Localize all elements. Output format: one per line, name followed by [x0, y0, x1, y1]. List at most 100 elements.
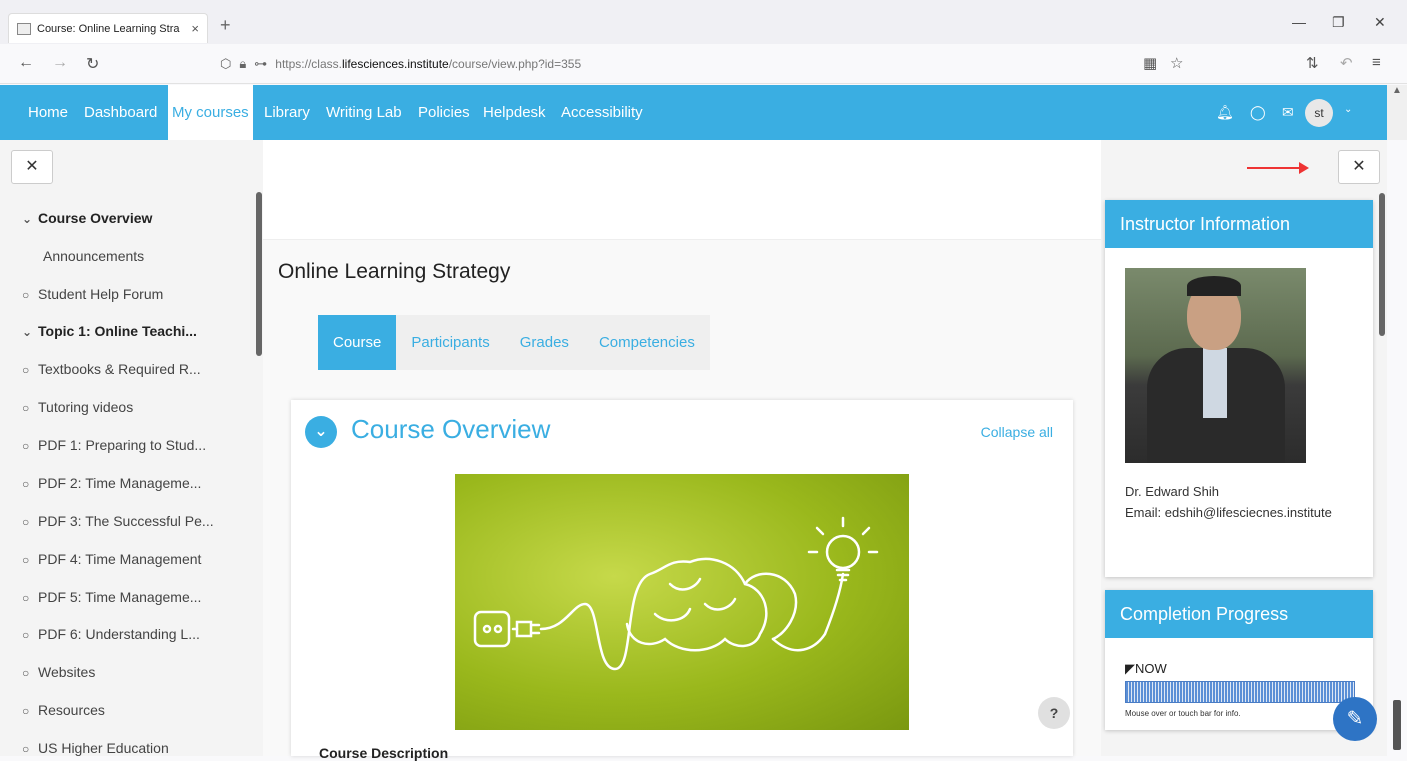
nav-writing-lab[interactable]: Writing Lab — [326, 104, 402, 121]
circle-status-icon: ○ — [22, 363, 30, 377]
nav-accessibility[interactable]: Accessibility — [561, 104, 643, 121]
page-scrollbar[interactable] — [1379, 193, 1385, 336]
url-host: lifesciences.institute — [341, 57, 449, 71]
circle-status-icon: ○ — [22, 439, 30, 453]
nav-my-courses[interactable]: My courses — [168, 85, 253, 140]
circle-status-icon: ○ — [22, 742, 30, 756]
message-envelope-icon[interactable]: ✉ — [1282, 104, 1294, 121]
course-index-label: US Higher Education — [38, 740, 169, 756]
lock-icon[interactable]: 🔒︎ — [239, 56, 246, 72]
site-favicon-icon — [17, 22, 31, 35]
extensions-icon[interactable]: ⇅ — [1306, 54, 1319, 72]
course-index-item[interactable]: ⌄ Course Overview — [22, 210, 152, 226]
window-close-icon[interactable]: ✕ — [1374, 14, 1386, 31]
circle-status-icon: ○ — [22, 591, 30, 605]
course-index-item[interactable]: ○ PDF 6: Understanding L... — [22, 626, 200, 642]
nav-library[interactable]: Library — [264, 104, 310, 121]
now-flag-icon: ◤ — [1125, 661, 1135, 676]
menu-icon[interactable]: ≡ — [1372, 54, 1381, 71]
close-blocks-drawer-button[interactable]: ✕ — [1338, 150, 1380, 184]
course-overview-section: ⌄ Course Overview Collapse all Course De… — [291, 400, 1073, 761]
course-index-item[interactable]: ○ Textbooks & Required R... — [22, 361, 201, 377]
shield-icon[interactable]: ⬡ — [220, 56, 231, 72]
qr-code-icon[interactable]: ▦ — [1143, 54, 1157, 72]
nav-dashboard[interactable]: Dashboard — [84, 104, 157, 121]
address-bar[interactable]: ⬡ 🔒︎ ⊶ https://class. lifesciences.instit… — [220, 50, 1200, 78]
browser-tab[interactable]: Course: Online Learning Stra × — [8, 13, 208, 43]
back-icon[interactable]: ← — [18, 54, 34, 72]
course-index-item[interactable]: Announcements — [43, 248, 144, 264]
chevron-down-icon: ⌄ — [22, 212, 33, 226]
restore-icon[interactable]: ❐ — [1332, 14, 1345, 31]
instructor-email: Email: edshih@lifesciecnes.institute — [1125, 505, 1332, 520]
magic-wand-icon[interactable]: ✎ — [1333, 697, 1377, 741]
photo-shirt — [1203, 348, 1227, 418]
tab-grades[interactable]: Grades — [505, 315, 584, 370]
course-index-label: Announcements — [43, 248, 145, 264]
nav-helpdesk[interactable]: Helpdesk — [483, 104, 546, 121]
completion-progress-block: Completion Progress ◤NOW Mouse over or t… — [1105, 590, 1373, 730]
course-index-label: Tutoring videos — [38, 399, 134, 415]
progress-info-text: Mouse over or touch bar for info. — [1125, 709, 1241, 718]
tab-competencies[interactable]: Competencies — [584, 315, 710, 370]
close-course-index-button[interactable]: ✕ — [11, 150, 53, 184]
chat-bubble-icon[interactable]: ◯ — [1250, 104, 1266, 121]
course-index-item[interactable]: ○ PDF 1: Preparing to Stud... — [22, 437, 206, 453]
tab-title: Course: Online Learning Stra — [37, 22, 180, 35]
course-index-item[interactable]: ○ PDF 4: Time Management — [22, 551, 201, 567]
permissions-key-icon[interactable]: ⊶ — [254, 56, 267, 72]
page-header — [263, 140, 1101, 240]
site-navigation: Home Dashboard My courses Library Writin… — [0, 85, 1387, 140]
tab-participants[interactable]: Participants — [396, 315, 504, 370]
circle-status-icon: ○ — [22, 553, 30, 567]
nav-policies[interactable]: Policies — [418, 104, 470, 121]
course-index-item[interactable]: ⌄ Topic 1: Online Teachi... — [22, 323, 197, 339]
drawer-scrollbar[interactable] — [256, 192, 262, 356]
completion-block-heading: Completion Progress — [1105, 590, 1373, 638]
circle-status-icon: ○ — [22, 515, 30, 529]
instructor-photo — [1125, 268, 1306, 463]
course-index-item[interactable]: ○ Tutoring videos — [22, 399, 133, 415]
now-label: NOW — [1135, 661, 1167, 676]
course-index-item[interactable]: ○ PDF 3: The Successful Pe... — [22, 513, 214, 529]
photo-hair — [1187, 276, 1241, 296]
undo-icon[interactable]: ↶ — [1340, 54, 1353, 72]
user-avatar[interactable]: st — [1305, 99, 1333, 127]
forward-icon[interactable]: → — [52, 54, 68, 72]
now-marker: ◤NOW — [1125, 661, 1167, 677]
course-index-label: PDF 5: Time Manageme... — [38, 589, 202, 605]
tab-course[interactable]: Course — [318, 315, 397, 370]
scrollbar-up-arrow[interactable]: ▲ — [1387, 85, 1407, 140]
circle-status-icon: ○ — [22, 704, 30, 718]
sidebar-edge-handle[interactable] — [1393, 700, 1401, 750]
circle-status-icon: ○ — [22, 666, 30, 680]
completion-progress-bar[interactable] — [1125, 681, 1355, 703]
page-title: Online Learning Strategy — [278, 260, 511, 283]
chevron-down-icon: ⌄ — [22, 325, 33, 339]
chevron-down-icon[interactable]: ⌄ — [1344, 104, 1352, 115]
course-index-label: PDF 6: Understanding L... — [38, 626, 200, 642]
bookmark-star-icon[interactable]: ☆ — [1170, 54, 1183, 72]
instructor-block-heading: Instructor Information — [1105, 200, 1373, 248]
notification-bell-icon[interactable]: 🔔︎ — [1216, 104, 1234, 121]
reload-icon[interactable]: ↻ — [86, 54, 99, 74]
course-index-item[interactable]: ○ Student Help Forum — [22, 286, 163, 302]
circle-status-icon: ○ — [22, 401, 30, 415]
course-index-item[interactable]: ○ Websites — [22, 664, 95, 680]
url-path: /course/view.php?id=355 — [448, 57, 582, 71]
course-index-item[interactable]: ○ US Higher Education — [22, 740, 169, 756]
collapse-all-link[interactable]: Collapse all — [981, 424, 1053, 440]
new-tab-button[interactable]: + — [220, 15, 231, 36]
chevron-down-icon[interactable]: ⌄ — [305, 416, 337, 448]
course-index-item[interactable]: ○ Resources — [22, 702, 105, 718]
tab-close-icon[interactable]: × — [191, 21, 199, 36]
course-index-item[interactable]: ○ PDF 2: Time Manageme... — [22, 475, 201, 491]
course-index-label: PDF 2: Time Manageme... — [38, 475, 202, 491]
url-prefix: https://class. — [275, 57, 342, 71]
help-button[interactable]: ? — [1038, 697, 1070, 729]
nav-home[interactable]: Home — [28, 104, 68, 121]
minimize-icon[interactable]: — — [1292, 14, 1306, 30]
instructor-details: Dr. Edward Shih Email: edshih@lifesciecn… — [1125, 481, 1365, 523]
course-index-item[interactable]: ○ PDF 5: Time Manageme... — [22, 589, 201, 605]
circle-status-icon: ○ — [22, 628, 30, 642]
